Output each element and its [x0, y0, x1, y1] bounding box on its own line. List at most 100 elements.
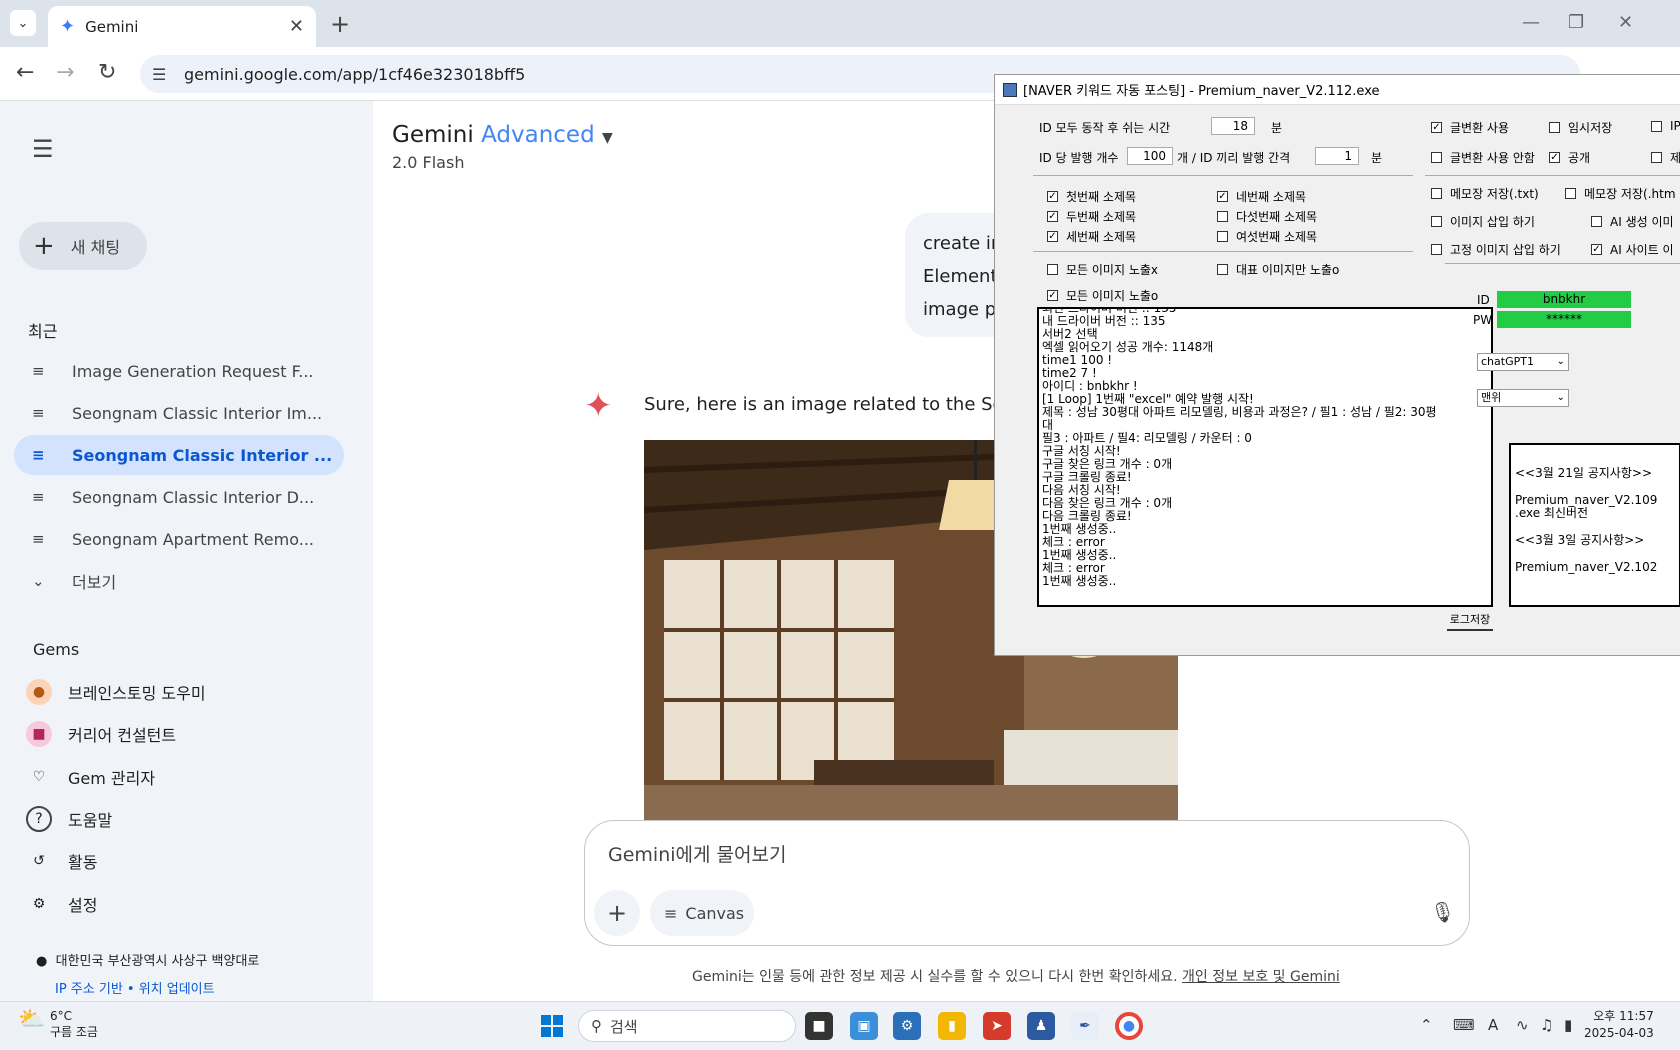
id-label: ID — [1477, 293, 1490, 307]
reload-icon[interactable]: ↻ — [98, 60, 116, 85]
check-subtitle-1[interactable]: ✓ 첫번째 소제목 — [1047, 188, 1136, 205]
check-fixed-img[interactable]: 고정 이미지 삽입 하기 — [1431, 241, 1561, 258]
id-field[interactable]: bnbkhr — [1497, 291, 1631, 308]
help-item[interactable]: ? 도움말 — [26, 801, 112, 837]
battery-icon[interactable]: ▮ — [1564, 1016, 1572, 1034]
notice-panel[interactable]: <<3월 21일 공지사항>> Premium_naver_V2.109 .ex… — [1509, 443, 1680, 607]
clock[interactable]: 오후 11:57 2025-04-03 — [1584, 1008, 1654, 1042]
check-transform-use[interactable]: ✓ 글변환 사용 — [1431, 119, 1509, 136]
gems-heading: Gems — [33, 640, 80, 659]
start-button[interactable] — [541, 1015, 563, 1037]
canvas-button[interactable]: ≡ Canvas — [650, 890, 754, 936]
settings-app-icon[interactable]: ⚙ — [893, 1012, 921, 1040]
checkbox-unchecked — [1431, 244, 1442, 255]
tab-search-button[interactable]: ⌄ — [10, 10, 36, 36]
log-output[interactable]: 최신 드라이버 버전 :: 135 내 드라이버 버전 :: 135 서버2 선택 엑… — [1037, 307, 1493, 607]
microphone-icon[interactable]: 🎙 — [1430, 900, 1455, 924]
check-img-all[interactable]: ✓ 모든 이미지 노출o — [1047, 287, 1158, 304]
gem-manager[interactable]: ♡ Gem 관리자 — [26, 759, 155, 795]
show-more-button[interactable]: ⌄ 더보기 — [14, 561, 344, 601]
rest-input[interactable]: 18 — [1211, 117, 1255, 135]
volume-icon[interactable]: ♫ — [1540, 1016, 1553, 1034]
recent-chat-item[interactable]: ≡ Seongnam Classic Interior Im... — [14, 393, 344, 433]
per-id-input[interactable]: 100 — [1127, 147, 1173, 165]
divider — [1445, 263, 1680, 264]
file-explorer-icon[interactable]: ▮ — [938, 1012, 966, 1040]
gem-career[interactable]: ■ 커리어 컨설턴트 — [26, 716, 176, 752]
restore-icon[interactable]: ❐ — [1568, 12, 1584, 33]
taskview-icon[interactable]: ■ — [805, 1012, 833, 1040]
wifi-icon[interactable]: ∿ — [1516, 1016, 1529, 1034]
pen-app-icon[interactable]: ✒ — [1071, 1012, 1099, 1040]
minimize-icon[interactable]: — — [1522, 12, 1540, 33]
check-subtitle-3[interactable]: ✓ 세번째 소제목 — [1047, 228, 1136, 245]
ime-icon[interactable]: A — [1488, 1016, 1498, 1034]
log-line: 제목 : 성남 30평대 아파트 리모델링, 비용과 과정은? / 필1 : 성… — [1042, 405, 1437, 419]
check-label: 공개 — [1568, 151, 1591, 165]
chevron-down-icon: ⌄ — [1556, 392, 1565, 403]
pw-field[interactable]: ****** — [1497, 311, 1631, 328]
activity-item[interactable]: ↺ 활동 — [26, 843, 97, 879]
chat-icon: ≡ — [32, 488, 45, 506]
check-ai-site[interactable]: ✓ AI 사이트 이 — [1591, 241, 1674, 258]
site-info-icon[interactable]: ☰ — [152, 65, 166, 84]
pw-label: PW — [1473, 313, 1493, 327]
close-window-icon[interactable]: ✕ — [1618, 12, 1633, 33]
monitor-app-icon[interactable]: ▣ — [850, 1012, 878, 1040]
position-dropdown[interactable]: 맨위 ⌄ — [1477, 389, 1569, 407]
keyboard-icon[interactable]: ⌨ — [1453, 1016, 1475, 1034]
check-img-insert[interactable]: 이미지 삽입 하기 — [1431, 213, 1535, 230]
check-label: 다섯번째 소제목 — [1236, 210, 1318, 224]
page-title[interactable]: Gemini Advanced ▼ — [392, 122, 613, 148]
back-icon[interactable]: ← — [16, 60, 34, 85]
checkbox-unchecked — [1565, 188, 1576, 199]
chat-icon: ≡ — [32, 362, 45, 380]
close-icon[interactable]: ✕ — [289, 16, 304, 37]
check-subtitle-5[interactable]: 다섯번째 소제목 — [1217, 208, 1317, 225]
settings-item[interactable]: ⚙ 설정 — [26, 886, 98, 922]
check-img-none[interactable]: 모든 이미지 노출x — [1047, 261, 1158, 278]
interval-input[interactable]: 1 — [1315, 147, 1359, 165]
log-save-button[interactable]: 로그저장 — [1447, 611, 1493, 631]
prompt-placeholder[interactable]: Gemini에게 물어보기 — [608, 840, 786, 867]
recent-chat-item[interactable]: ≡ Seongnam Apartment Remo... — [14, 519, 344, 559]
check-subtitle-2[interactable]: ✓ 두번째 소제목 — [1047, 208, 1136, 225]
chevron-up-icon[interactable]: ⌃ — [1420, 1016, 1433, 1034]
model-dropdown[interactable]: chatGPT1 ⌄ — [1477, 353, 1569, 371]
check-img-rep[interactable]: 대표 이미지만 노출o — [1217, 261, 1339, 278]
gemini-sparkle-icon: ✦ — [60, 16, 76, 37]
gemini-sparkle-icon: ✦ — [584, 386, 613, 426]
new-chat-button[interactable]: + 새 채팅 — [19, 222, 147, 270]
privacy-link[interactable]: 개인 정보 보호 및 Gemini — [1182, 969, 1340, 985]
check-subtitle-4[interactable]: ✓ 네번째 소제목 — [1217, 188, 1306, 205]
check-public[interactable]: ✓ 공개 — [1549, 149, 1590, 166]
check-ip[interactable]: IP — [1651, 119, 1680, 133]
model-label: 2.0 Flash — [392, 153, 465, 172]
check-memo-txt[interactable]: 메모장 저장(.txt) — [1431, 185, 1539, 202]
recent-chat-item[interactable]: ≡ Image Generation Request F... — [14, 351, 344, 391]
check-ai-gen[interactable]: AI 생성 이미 — [1591, 213, 1674, 230]
activity-label: 활동 — [68, 853, 98, 872]
check-je[interactable]: 제 — [1651, 149, 1680, 166]
recent-chat-item[interactable]: ≡ Seongnam Classic Interior D... — [14, 477, 344, 517]
history-icon: ↺ — [33, 853, 45, 869]
menu-icon[interactable]: ☰ — [32, 135, 54, 163]
check-temp-save[interactable]: 임시저장 — [1549, 119, 1612, 136]
app-red-icon[interactable]: ➤ — [983, 1012, 1011, 1040]
chrome-icon[interactable]: ● — [1115, 1012, 1143, 1040]
app-person-icon[interactable]: ♟ — [1027, 1012, 1055, 1040]
rest-label: ID 모두 동작 후 쉬는 시간 — [1039, 121, 1171, 135]
check-transform-no[interactable]: 글변환 사용 안함 — [1431, 149, 1535, 166]
settings-label: 설정 — [68, 896, 98, 915]
gem-brainstorm[interactable]: ● 브레인스토밍 도우미 — [26, 674, 206, 710]
recent-chat-item-active[interactable]: ≡ Seongnam Classic Interior ... — [14, 435, 344, 475]
add-attachment-button[interactable]: + — [594, 890, 640, 936]
browser-tab[interactable]: ✦ Gemini ✕ — [48, 6, 316, 47]
new-tab-button[interactable]: + — [330, 10, 350, 38]
taskbar-search[interactable]: ⚲ 검색 — [578, 1010, 796, 1042]
check-subtitle-6[interactable]: 여섯번째 소제목 — [1217, 228, 1317, 245]
forward-icon[interactable]: → — [56, 60, 74, 85]
location-update-link[interactable]: IP 주소 기반 • 위치 업데이트 — [55, 978, 215, 997]
check-memo-htm[interactable]: 메모장 저장(.htm — [1565, 185, 1676, 202]
briefcase-icon: ■ — [26, 721, 52, 747]
